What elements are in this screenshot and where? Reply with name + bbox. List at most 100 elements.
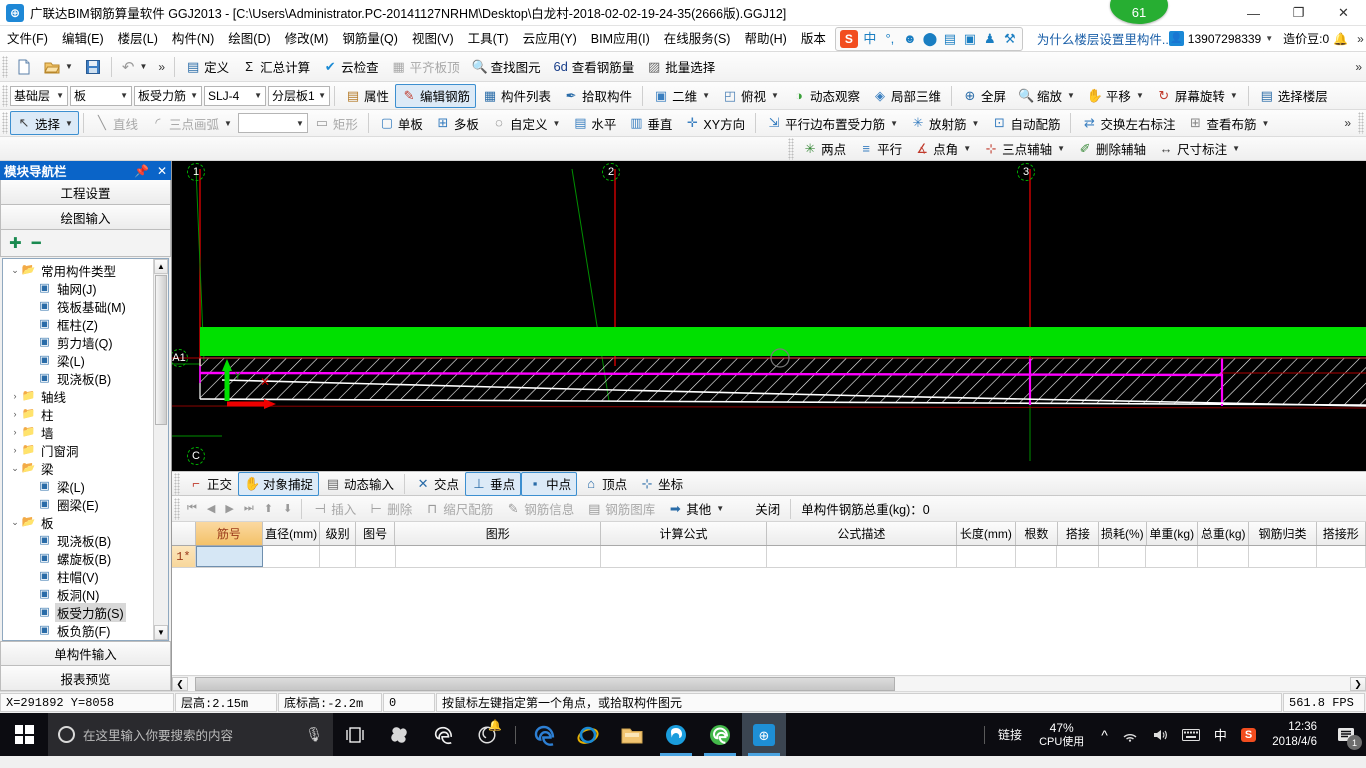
- rebar-插入-button[interactable]: ⊣ 插入: [306, 497, 362, 521]
- single-component-input-button[interactable]: 单构件输入: [0, 641, 171, 666]
- hscroll-left-icon[interactable]: ❮: [172, 676, 188, 691]
- cell-0-12[interactable]: [1198, 546, 1250, 567]
- chevron-right-icon[interactable]: ›: [9, 391, 21, 401]
- 360-browser-icon[interactable]: [654, 713, 698, 756]
- floor-select-chevron-down-icon[interactable]: ▼: [56, 91, 64, 100]
- tree-item-18[interactable]: ▣ 板洞(N): [5, 585, 168, 603]
- taskbar-search[interactable]: 在这里输入你要搜索的内容 🎙: [48, 713, 333, 756]
- table-header-3[interactable]: 图号: [356, 522, 396, 545]
- draw-shape-chevron-down-icon[interactable]: ▼: [296, 119, 304, 128]
- table-row[interactable]: 1*: [172, 546, 1366, 568]
- rebar-缩尺配筋-button[interactable]: ⊓ 缩尺配筋: [418, 497, 499, 521]
- new-file-button[interactable]: [10, 55, 38, 79]
- start-button[interactable]: [0, 713, 48, 756]
- rebar-type-select[interactable]: 板受力筋 ▼: [134, 85, 202, 106]
- menu-item-9[interactable]: 云应用(Y): [516, 27, 584, 51]
- view-缩放-button[interactable]: 🔍 缩放 ▼: [1012, 84, 1081, 108]
- cortana-icon[interactable]: 🔔: [465, 713, 509, 756]
- rebar-nav-0-button[interactable]: ⏮: [182, 497, 202, 521]
- rebar-钢筋信息-button[interactable]: ✎ 钢筋信息: [499, 497, 580, 521]
- draw-三点画弧-button[interactable]: ◜ 三点画弧 ▼: [144, 111, 238, 135]
- draw-查看布筋-button[interactable]: ⊞ 查看布筋 ▼: [1182, 111, 1276, 135]
- table-header-5[interactable]: 计算公式: [601, 522, 768, 545]
- cell-0-3[interactable]: [356, 546, 396, 567]
- aux-两点-button[interactable]: ✳ 两点: [796, 137, 852, 161]
- drawing-input-button[interactable]: 绘图输入: [0, 205, 171, 230]
- chevron-down-icon[interactable]: ⌄: [9, 265, 21, 276]
- keyboard-icon[interactable]: [1175, 713, 1207, 756]
- tree-item-14[interactable]: ⌄ 📂 板: [5, 513, 168, 531]
- ime-punctuation-icon[interactable]: °,: [882, 31, 898, 47]
- draw-水平-button[interactable]: ▤ 水平: [566, 111, 622, 135]
- cell-0-1[interactable]: [263, 546, 321, 567]
- menu-item-6[interactable]: 钢筋量(Q): [335, 27, 405, 51]
- cpu-usage-indicator[interactable]: 47% CPU使用: [1029, 713, 1094, 756]
- view-动态观察-button[interactable]: ◑ 动态观察: [785, 84, 866, 108]
- chevron-down-icon[interactable]: ▼: [716, 504, 724, 513]
- cell-0-4[interactable]: [396, 546, 601, 567]
- ime-emoji-icon[interactable]: ☻: [902, 31, 918, 47]
- snap-正交-button[interactable]: ⌐ 正交: [182, 472, 238, 496]
- edge-icon[interactable]: [522, 713, 566, 756]
- link-label[interactable]: 链接: [991, 713, 1029, 756]
- rebar-其他-button[interactable]: ➡ 其他 ▼: [661, 497, 730, 521]
- expand-all-icon[interactable]: ✚: [9, 234, 22, 252]
- tree-item-21[interactable]: ▣楼层板带(H): [5, 639, 168, 640]
- cell-0-11[interactable]: [1146, 546, 1198, 567]
- toolbar-定义-button[interactable]: ▤ 定义: [179, 55, 235, 79]
- close-button[interactable]: ✕: [1321, 0, 1366, 26]
- account-chevron-down-icon[interactable]: ▼: [1265, 34, 1273, 43]
- ime-toolbox-icon[interactable]: ▣: [962, 31, 978, 47]
- tree-item-7[interactable]: › 📁 轴线: [5, 387, 168, 405]
- toolbar-批量选择-button[interactable]: ▨ 批量选择: [640, 55, 721, 79]
- spiral-app-icon[interactable]: [377, 713, 421, 756]
- sogou-ime-icon[interactable]: S: [839, 29, 858, 48]
- chevron-down-icon[interactable]: ▼: [972, 119, 980, 128]
- toolbar-平齐板顶-button[interactable]: ▦ 平齐板顶: [385, 55, 466, 79]
- draw-gripper-right[interactable]: [1358, 112, 1364, 134]
- cell-0-2[interactable]: [320, 546, 357, 567]
- table-header-7[interactable]: 长度(mm): [957, 522, 1017, 545]
- menu-item-1[interactable]: 编辑(E): [55, 27, 111, 51]
- toolbar-查找图元-button[interactable]: 🔍 查找图元: [466, 55, 547, 79]
- undo-button[interactable]: ↶ ▼: [116, 55, 154, 79]
- cell-0-5[interactable]: [601, 546, 767, 567]
- table-header-12[interactable]: 总重(kg): [1198, 522, 1250, 545]
- draw-gripper[interactable]: [2, 112, 8, 134]
- tree-item-2[interactable]: ▣ 筏板基础(M): [5, 297, 168, 315]
- tree-item-16[interactable]: ▣ 螺旋板(B): [5, 549, 168, 567]
- tree-item-13[interactable]: ▣ 圈梁(E): [5, 495, 168, 513]
- tree-scroll-up-icon[interactable]: ▲: [154, 259, 168, 274]
- draw-直线-button[interactable]: ╲ 直线: [88, 111, 144, 135]
- taskbar-clock[interactable]: 12:36 2018/4/6: [1263, 720, 1326, 750]
- cell-0-9[interactable]: [1057, 546, 1099, 567]
- ime-settings-icon[interactable]: ⚒: [1002, 31, 1018, 47]
- view-平移-button[interactable]: ✋ 平移 ▼: [1081, 84, 1150, 108]
- rebar-nav-2-button[interactable]: ▶: [220, 497, 238, 521]
- chevron-down-icon[interactable]: ▼: [1232, 144, 1240, 153]
- notification-center-button[interactable]: 1: [1326, 713, 1366, 756]
- report-preview-button[interactable]: 报表预览: [0, 666, 171, 691]
- snap-对象捕捉-button[interactable]: ✋ 对象捕捉: [238, 471, 320, 496]
- rebar-type-select-chevron-down-icon[interactable]: ▼: [190, 91, 198, 100]
- tree-item-1[interactable]: ▣ 轴网(J): [5, 279, 168, 297]
- ime-voice-icon[interactable]: ⬤: [922, 31, 938, 47]
- draw-交换左右标注-button[interactable]: ⇄ 交换左右标注: [1075, 111, 1181, 135]
- drawing-canvas[interactable]: Y ✕ 1 2 3 A1 C: [172, 161, 1366, 471]
- aux-平行-button[interactable]: ≡ 平行: [852, 137, 908, 161]
- tree-scroll-thumb[interactable]: [155, 275, 167, 425]
- ime-skin-icon[interactable]: ♟: [982, 31, 998, 47]
- chevron-down-icon[interactable]: ▼: [890, 119, 898, 128]
- panel-close-icon[interactable]: ✕: [157, 164, 167, 178]
- pin-icon[interactable]: 📌: [134, 164, 149, 178]
- menu-item-0[interactable]: 文件(F): [0, 27, 55, 51]
- rebar-nav-3-button[interactable]: ⏭: [239, 497, 259, 521]
- microphone-icon[interactable]: 🎙: [305, 726, 323, 743]
- draw-放射筋-button[interactable]: ✳ 放射筋 ▼: [904, 111, 985, 135]
- chevron-down-icon[interactable]: ▼: [1057, 144, 1065, 153]
- draw-shape-select[interactable]: ▼: [237, 113, 308, 133]
- tree-item-5[interactable]: ▣ 梁(L): [5, 351, 168, 369]
- cell-0-8[interactable]: [1016, 546, 1058, 567]
- volume-icon[interactable]: [1145, 713, 1175, 756]
- table-header-8[interactable]: 根数: [1016, 522, 1058, 545]
